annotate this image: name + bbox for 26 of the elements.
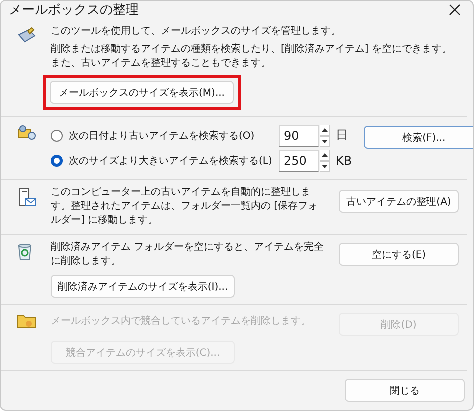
archive-button[interactable]: 古いアイテムの整理(A)	[339, 190, 459, 213]
empty-button[interactable]: 空にする(E)	[339, 243, 459, 266]
window-title: メールボックスの整理	[9, 2, 139, 19]
show-deleted-size-button[interactable]: 削除済みアイテムのサイズを表示(I)...	[51, 275, 235, 298]
radio-button[interactable]	[51, 154, 63, 166]
description-text: 削除済みアイテム フォルダーを空にすると、アイテムを完全に削除します。	[51, 241, 326, 269]
option-label: 次の日付より古いアイテムを検索する(O)	[69, 130, 256, 142]
notepad-brush-icon	[17, 27, 37, 45]
close-icon[interactable]	[449, 4, 461, 16]
unit-label: KB	[336, 154, 352, 168]
search-button[interactable]: 検索(F)...	[364, 126, 473, 149]
unit-label: 日	[336, 127, 348, 144]
description-text: このコンピューター上の古いアイテムを自動的に整理します。整理されたアイテムは、フォルダー一覧内の [保存フォルダー] に移動します。	[51, 186, 320, 228]
description-text: 削除または移動するアイテムの種類を検索したり、[削除済みアイテム] を空にできます。また、古いアイテムを整理することもできます。	[51, 43, 453, 71]
recycle-bin-icon	[17, 243, 33, 261]
close-button[interactable]: 閉じる	[345, 379, 465, 402]
spinner-icon[interactable]	[320, 150, 330, 172]
description-text: このツールを使用して、メールボックスのサイズを管理します。	[51, 25, 342, 39]
search-items-icon	[17, 125, 37, 141]
description-text: メールボックス内で競合しているアイテムを削除します。	[51, 315, 312, 329]
option-label: 次のサイズより大きいアイテムを検索する(L)	[69, 154, 273, 168]
folder-icon	[17, 313, 37, 329]
archive-mail-icon	[17, 188, 37, 208]
spinner-icon[interactable]	[320, 124, 330, 146]
show-mailbox-size-button[interactable]: メールボックスのサイズを表示(M)...	[50, 81, 234, 104]
radio-button[interactable]	[51, 130, 63, 142]
